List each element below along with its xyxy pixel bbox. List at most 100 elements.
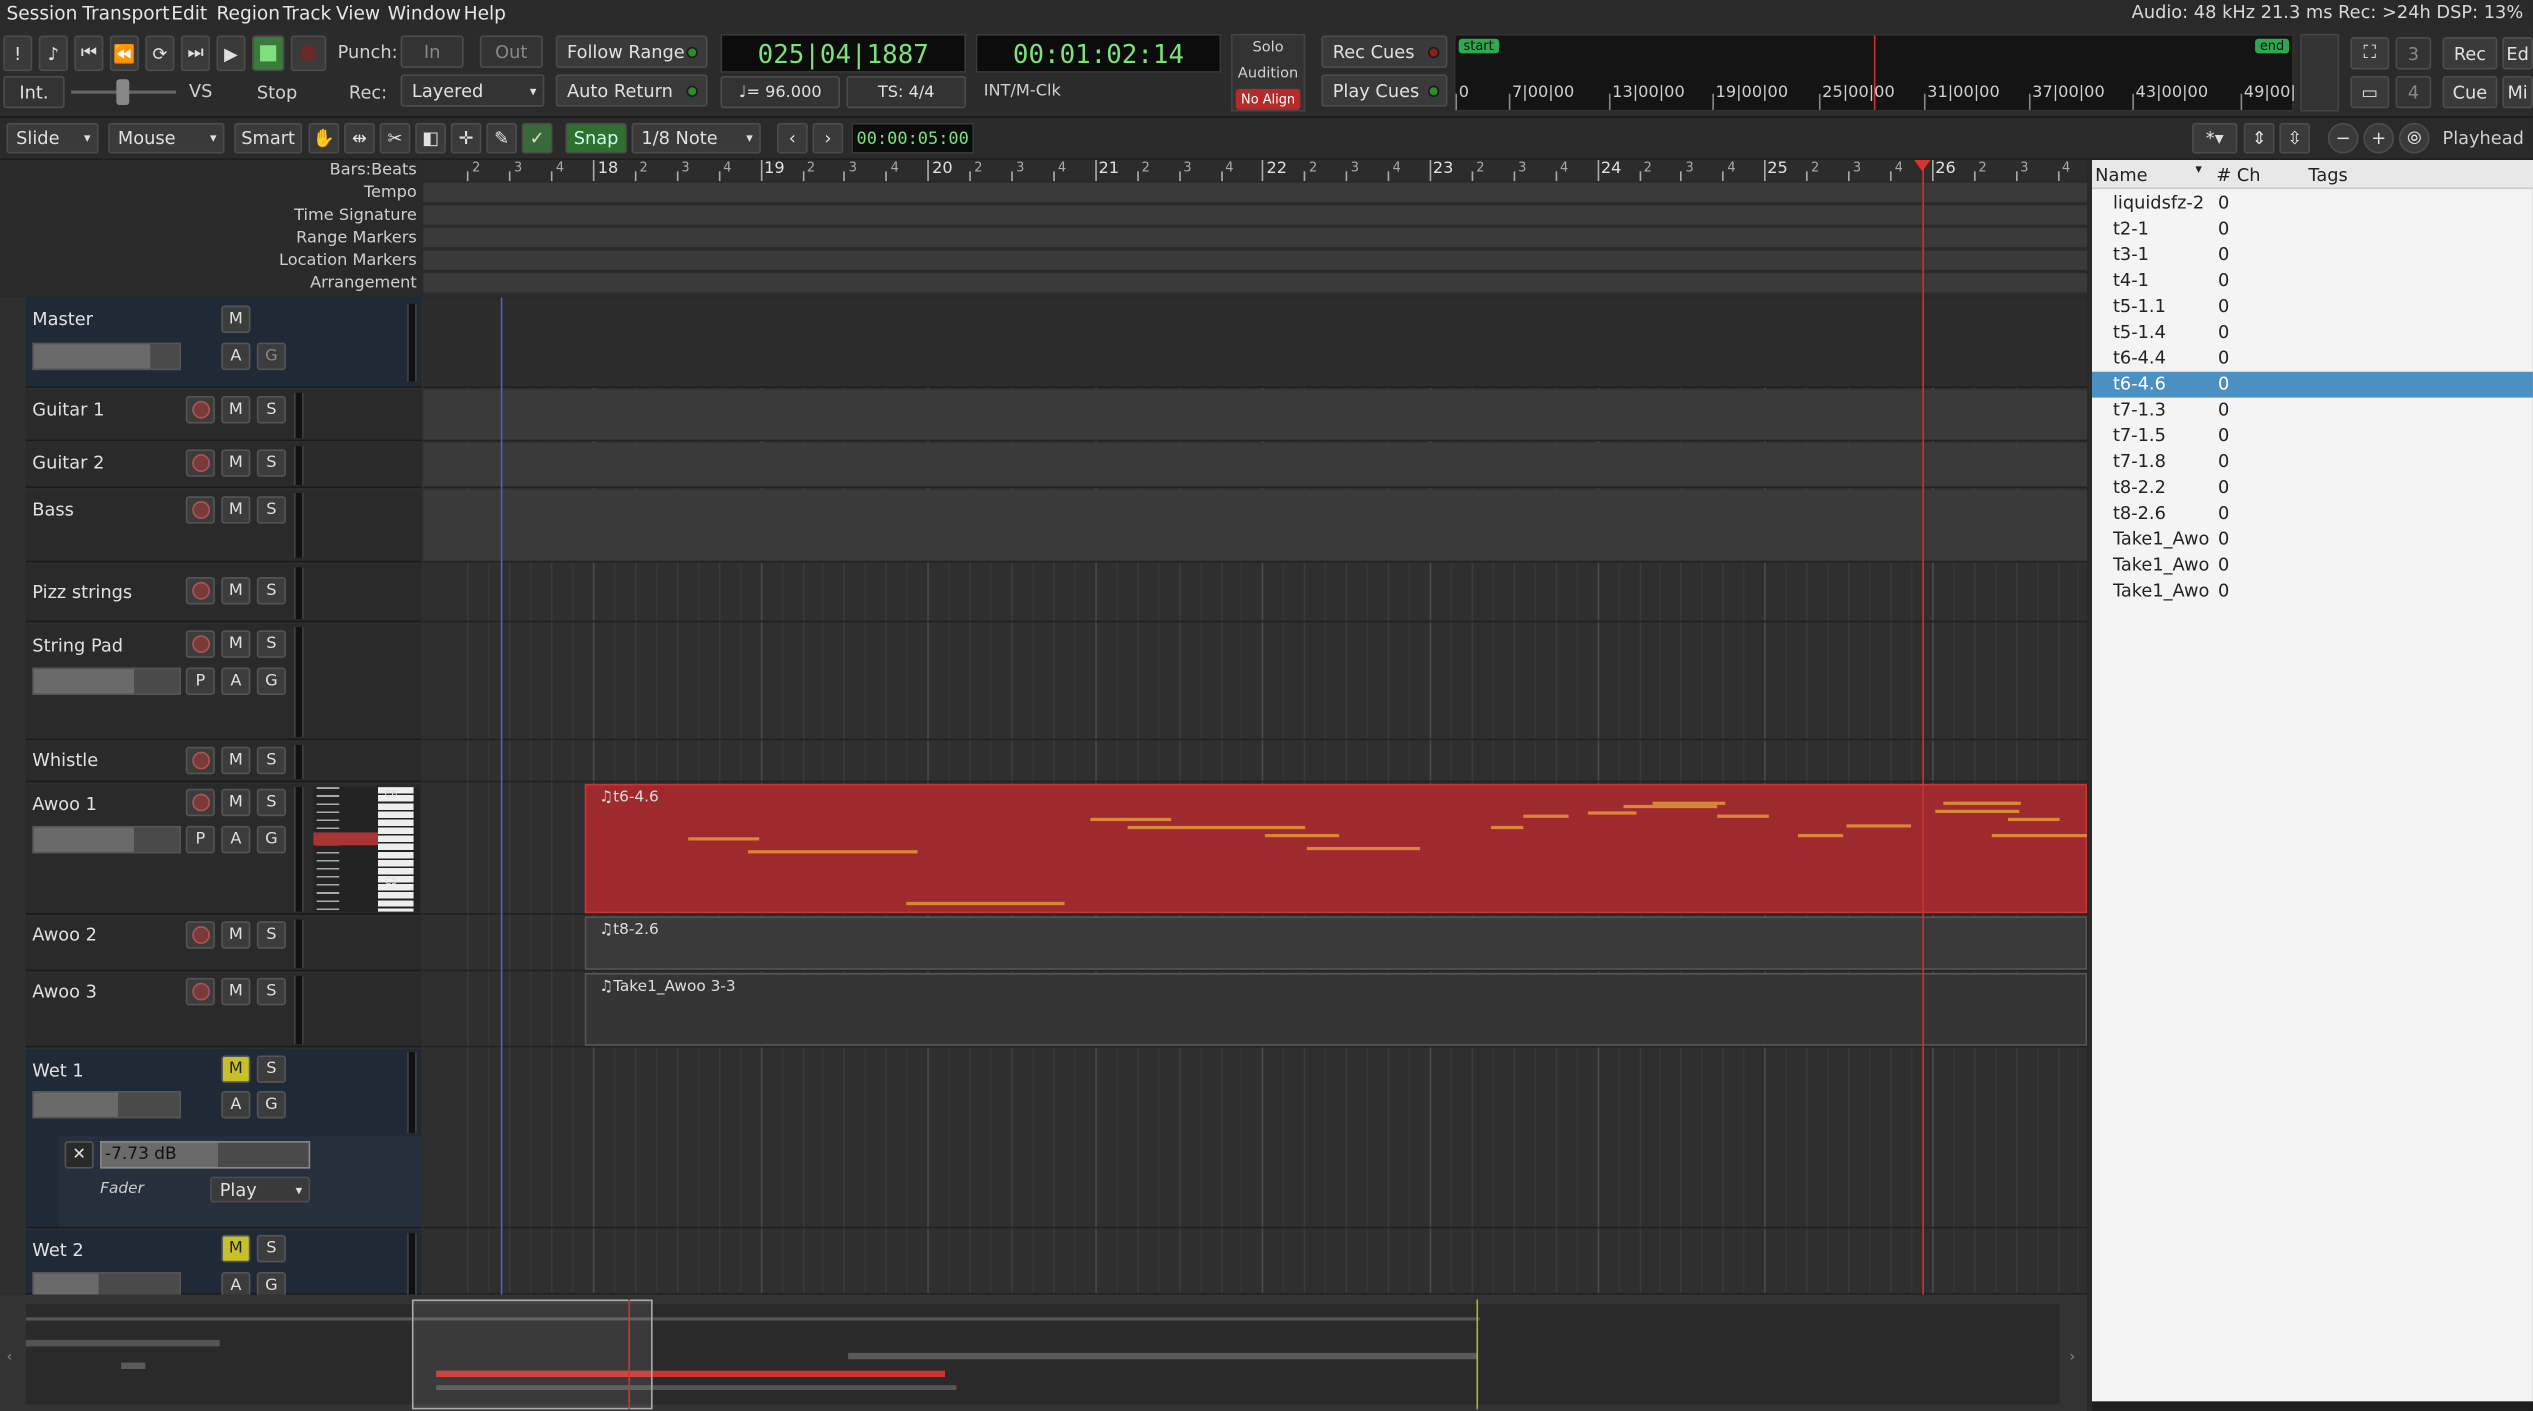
track-lane-guitar-1[interactable] xyxy=(423,389,2088,442)
mute-button[interactable]: M xyxy=(221,305,251,333)
expand-tracks-icon[interactable]: ⇳ xyxy=(2279,122,2311,154)
bbt-clock[interactable]: 025|04|1887 xyxy=(720,33,967,73)
zoom-in-icon[interactable]: + xyxy=(2363,122,2395,154)
midi-note[interactable] xyxy=(1523,814,1569,818)
monitor-icon[interactable]: ▭ xyxy=(2350,75,2390,109)
time-signature-ruler[interactable] xyxy=(423,205,2088,227)
ripple-dropdown[interactable]: *▾ xyxy=(2192,122,2238,154)
mute-button[interactable]: M xyxy=(221,630,251,658)
summary-view-box[interactable] xyxy=(411,1299,653,1410)
crop-icon[interactable]: ⛶ xyxy=(2350,37,2390,70)
solo-button[interactable]: S xyxy=(256,746,286,775)
rec-mode-dropdown[interactable]: Layered ▾ xyxy=(400,74,545,107)
solo-button[interactable]: S xyxy=(256,577,286,605)
end-marker[interactable]: end xyxy=(2254,38,2290,54)
track-lane-string-pad[interactable] xyxy=(423,624,2088,741)
punch-out-button[interactable]: Out xyxy=(479,35,543,68)
automation-button[interactable]: A xyxy=(221,342,251,371)
list-item[interactable]: t5-1.1 0 xyxy=(2092,294,2533,320)
fader-value-field[interactable]: -7.73 dB xyxy=(100,1141,311,1169)
record-enable-button[interactable] xyxy=(185,977,215,1006)
track-header-string-pad[interactable]: String Pad M S P A G xyxy=(25,623,422,741)
track-header-whistle[interactable]: Whistle M S xyxy=(25,741,422,783)
midi-note[interactable] xyxy=(1846,824,1912,828)
midi-note[interactable] xyxy=(1623,804,1718,809)
track-canvas[interactable]: Master M A G Guitar 1 M S Guitar 2 M S B… xyxy=(0,297,2088,1295)
track-header-awoo-2[interactable]: Awoo 2 M S xyxy=(25,916,422,972)
gain-fader[interactable] xyxy=(32,342,181,371)
list-item[interactable]: Take1_Awoo 0 xyxy=(2092,527,2533,553)
gain-fader[interactable] xyxy=(32,667,181,696)
gain-fader[interactable] xyxy=(32,825,181,854)
solo-button[interactable]: S xyxy=(256,1055,286,1083)
list-item[interactable]: t6-4.4 0 xyxy=(2092,346,2533,372)
track-lane-guitar-2[interactable] xyxy=(423,442,2088,489)
panic-icon[interactable]: ! xyxy=(3,35,33,72)
midi-note[interactable] xyxy=(1717,814,1769,818)
track-lane-awoo-2[interactable]: ♫t8-2.6 xyxy=(423,916,2088,972)
stretch-tool-icon[interactable]: ◧ xyxy=(415,122,446,154)
playlist-button[interactable]: P xyxy=(185,667,215,696)
cue-page-button[interactable]: Cue xyxy=(2442,75,2498,109)
gain-fader[interactable] xyxy=(32,1091,181,1119)
int-button[interactable]: Int. xyxy=(3,75,65,109)
range-tool-icon[interactable]: ⇹ xyxy=(344,122,375,154)
internal-edit-tool-icon[interactable]: ✓ xyxy=(521,122,553,154)
midi-region[interactable]: ♫t8-2.6 xyxy=(584,916,2088,970)
track-lane-wet-2[interactable] xyxy=(423,1230,2088,1295)
list-item[interactable]: t4-1 0 xyxy=(2092,268,2533,294)
group-button[interactable]: G xyxy=(256,825,286,854)
track-lane-pizz-strings[interactable] xyxy=(423,564,2088,623)
midi-note[interactable] xyxy=(747,850,918,854)
solo-button[interactable]: Solo xyxy=(1233,40,1304,56)
mute-button[interactable]: M xyxy=(221,496,251,524)
solo-button[interactable]: S xyxy=(256,395,286,424)
track-header-guitar-1[interactable]: Guitar 1 M S xyxy=(25,389,422,442)
record-enable-button[interactable] xyxy=(185,395,215,424)
mute-button[interactable]: M xyxy=(221,977,251,1006)
time-signature-display[interactable]: TS: 4/4 xyxy=(846,75,967,109)
col-name[interactable]: Name xyxy=(2095,165,2147,186)
track-header-wet-1[interactable]: Wet 1 M S A G ✕ -7.73 dB Fader Play ▾ xyxy=(25,1048,422,1229)
bars-beats-ruler[interactable]: 2 3 4 2 3 4 2 3 4 2 3 4 2 3 4 2 3 4 2 3 4 2 3 4 2 3 4 2 3 4 18 19 20 21 22… xyxy=(423,160,2088,182)
metronome-icon[interactable]: ♪ xyxy=(38,35,68,72)
midi-note[interactable] xyxy=(1306,846,1420,851)
midi-note[interactable] xyxy=(688,837,760,841)
list-item[interactable]: t7-1.8 0 xyxy=(2092,449,2533,475)
record-enable-button[interactable] xyxy=(185,449,215,477)
menu-track[interactable]: Track xyxy=(283,2,332,25)
midi-note[interactable] xyxy=(1587,811,1637,815)
list-item[interactable]: t7-1.3 0 xyxy=(2092,398,2533,424)
range-markers-ruler[interactable] xyxy=(423,227,2088,249)
track-header-awoo-3[interactable]: Awoo 3 M S xyxy=(25,973,422,1048)
view-3-button[interactable]: 3 xyxy=(2395,37,2432,70)
midi-note[interactable] xyxy=(1935,809,2020,813)
list-item[interactable]: Take1_Awoo 0 xyxy=(2092,553,2533,579)
midi-note[interactable] xyxy=(906,901,1065,906)
location-markers-ruler[interactable] xyxy=(423,250,2088,272)
midi-note[interactable] xyxy=(1943,801,2021,805)
rec-cues-button[interactable]: Rec Cues xyxy=(1321,35,1448,68)
track-header-awoo-1[interactable]: Awoo 1 M S P A G C6 C5 xyxy=(25,783,422,915)
list-item[interactable]: liquidsfz-2 0 xyxy=(2092,191,2533,217)
track-lane-awoo-1[interactable]: ♫t6-4.6 xyxy=(423,783,2088,915)
no-align-button[interactable]: No Align xyxy=(1235,88,1301,110)
track-lane-wet-1[interactable] xyxy=(423,1049,2088,1229)
scroll-right-icon[interactable]: › xyxy=(2069,1350,2075,1366)
group-button[interactable]: G xyxy=(256,1272,286,1295)
list-item[interactable]: t6-4.6 0 xyxy=(2091,371,2533,398)
col-channels[interactable]: # Ch xyxy=(2216,165,2260,186)
mute-button[interactable]: M xyxy=(221,788,251,817)
midi-note[interactable] xyxy=(2007,817,2060,822)
midi-note[interactable] xyxy=(1491,825,1524,830)
track-lane-awoo-3[interactable]: ♫Take1_Awoo 3-3 xyxy=(423,973,2088,1048)
record-icon[interactable] xyxy=(290,35,327,72)
close-icon[interactable]: ✕ xyxy=(64,1141,94,1169)
vs-label[interactable]: VS xyxy=(189,81,212,102)
midi-note-range[interactable]: C6 C5 xyxy=(313,787,421,912)
draw-tool-icon[interactable]: ✎ xyxy=(486,122,517,154)
play-cues-button[interactable]: Play Cues xyxy=(1321,74,1448,107)
step-back-icon[interactable]: ⏪ xyxy=(109,35,139,72)
track-name[interactable]: Whistle xyxy=(32,750,98,771)
view-4-button[interactable]: 4 xyxy=(2395,75,2432,109)
